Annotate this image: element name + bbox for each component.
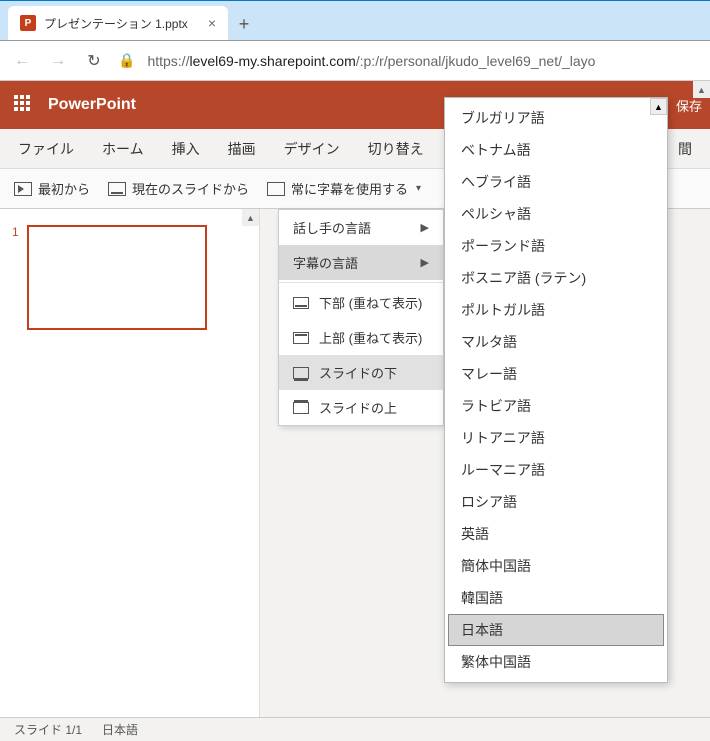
menu-subtitle-language[interactable]: 字幕の言語 ▶ bbox=[279, 245, 443, 280]
tab-insert[interactable]: 挿入 bbox=[172, 139, 200, 159]
tab-title: プレゼンテーション 1.pptx bbox=[44, 15, 200, 32]
menu-top-overlay[interactable]: 上部 (重ねて表示) bbox=[279, 320, 443, 355]
play-from-current-icon bbox=[108, 182, 126, 196]
tab-transitions[interactable]: 切り替え bbox=[368, 139, 424, 159]
language-option[interactable]: ルーマニア語 bbox=[445, 454, 667, 486]
language-option[interactable]: リトアニア語 bbox=[445, 422, 667, 454]
language-option[interactable]: ボスニア語 (ラテン) bbox=[445, 262, 667, 294]
lock-icon: 🔒 bbox=[118, 52, 135, 69]
from-beginning-button[interactable]: 最初から bbox=[14, 179, 90, 198]
browser-tab[interactable]: P プレゼンテーション 1.pptx × bbox=[8, 6, 228, 40]
app-launcher-icon[interactable] bbox=[14, 95, 34, 115]
powerpoint-file-icon: P bbox=[20, 15, 36, 31]
position-bottom-overlay-icon bbox=[293, 297, 309, 309]
back-button[interactable]: ← bbox=[10, 49, 34, 73]
new-tab-button[interactable]: + bbox=[228, 8, 260, 40]
status-bar: スライド 1/1 日本語 bbox=[0, 717, 710, 741]
chevron-right-icon: ▶ bbox=[421, 221, 429, 234]
thumb-scroll-up-icon[interactable]: ▲ bbox=[242, 209, 259, 226]
close-tab-icon[interactable]: × bbox=[208, 15, 216, 31]
menu-above-slide[interactable]: スライドの上 bbox=[279, 390, 443, 425]
slide-preview[interactable] bbox=[27, 225, 207, 330]
tab-extra[interactable]: 間 bbox=[678, 139, 692, 159]
slide-thumbnail[interactable]: 1 bbox=[12, 225, 247, 330]
language-option[interactable]: ブルガリア語 bbox=[445, 102, 667, 134]
position-below-slide-icon bbox=[293, 367, 309, 379]
position-above-slide-icon bbox=[293, 402, 309, 414]
slide-thumbnail-panel: ▲ 1 bbox=[0, 209, 260, 741]
language-option[interactable]: マレー語 bbox=[445, 358, 667, 390]
status-slide-count: スライド 1/1 bbox=[14, 721, 82, 738]
language-option[interactable]: ロシア語 bbox=[445, 486, 667, 518]
browser-address-bar: ← → ↻ 🔒 https://level69-my.sharepoint.co… bbox=[0, 41, 710, 81]
position-top-overlay-icon bbox=[293, 332, 309, 344]
language-option[interactable]: ペルシャ語 bbox=[445, 198, 667, 230]
language-option[interactable]: 日本語 bbox=[448, 614, 664, 646]
always-use-subtitles-button[interactable]: 常に字幕を使用する ▾ bbox=[267, 179, 421, 198]
play-from-start-icon bbox=[14, 182, 32, 196]
browser-tab-bar: P プレゼンテーション 1.pptx × + bbox=[0, 1, 710, 41]
menu-below-slide[interactable]: スライドの下 bbox=[279, 355, 443, 390]
tab-design[interactable]: デザイン bbox=[284, 139, 340, 159]
menu-separator bbox=[279, 282, 443, 283]
menu-bottom-overlay[interactable]: 下部 (重ねて表示) bbox=[279, 285, 443, 320]
forward-button[interactable]: → bbox=[46, 49, 70, 73]
scroll-up-icon[interactable]: ▲ bbox=[650, 98, 667, 115]
language-option[interactable]: 韓国語 bbox=[445, 582, 667, 614]
language-option[interactable]: ラトビア語 bbox=[445, 390, 667, 422]
language-option[interactable]: ポルトガル語 bbox=[445, 294, 667, 326]
app-brand: PowerPoint bbox=[48, 96, 136, 114]
chevron-down-icon: ▾ bbox=[416, 183, 421, 194]
from-current-slide-button[interactable]: 現在のスライドから bbox=[108, 179, 249, 198]
scroll-up-icon[interactable]: ▲ bbox=[693, 81, 710, 98]
save-status: 保存 bbox=[676, 96, 702, 115]
workspace: ▲ 1 話し手の言語 ▶ 字幕の言語 ▶ 下部 (重ねて表示) 上部 (重ねて表… bbox=[0, 209, 710, 741]
menu-speaker-language[interactable]: 話し手の言語 ▶ bbox=[279, 210, 443, 245]
language-option[interactable]: 英語 bbox=[445, 518, 667, 550]
status-language[interactable]: 日本語 bbox=[102, 721, 138, 738]
refresh-button[interactable]: ↻ bbox=[82, 49, 106, 73]
language-option[interactable]: 繁体中国語 bbox=[445, 646, 667, 678]
tab-file[interactable]: ファイル bbox=[18, 139, 74, 159]
language-option[interactable]: 簡体中国語 bbox=[445, 550, 667, 582]
subtitle-settings-menu: 話し手の言語 ▶ 字幕の言語 ▶ 下部 (重ねて表示) 上部 (重ねて表示) ス… bbox=[278, 209, 444, 426]
tab-draw[interactable]: 描画 bbox=[228, 139, 256, 159]
chevron-right-icon: ▶ bbox=[421, 256, 429, 269]
tab-home[interactable]: ホーム bbox=[102, 139, 144, 159]
language-option[interactable]: ポーランド語 bbox=[445, 230, 667, 262]
language-option[interactable]: マルタ語 bbox=[445, 326, 667, 358]
subtitles-icon bbox=[267, 182, 285, 196]
language-list-menu: ▲ ブルガリア語ベトナム語ヘブライ語ペルシャ語ポーランド語ボスニア語 (ラテン)… bbox=[444, 97, 668, 683]
url-text[interactable]: https://level69-my.sharepoint.com/:p:/r/… bbox=[147, 53, 595, 69]
language-option[interactable]: ヘブライ語 bbox=[445, 166, 667, 198]
language-option[interactable]: ベトナム語 bbox=[445, 134, 667, 166]
slide-number: 1 bbox=[12, 225, 19, 330]
